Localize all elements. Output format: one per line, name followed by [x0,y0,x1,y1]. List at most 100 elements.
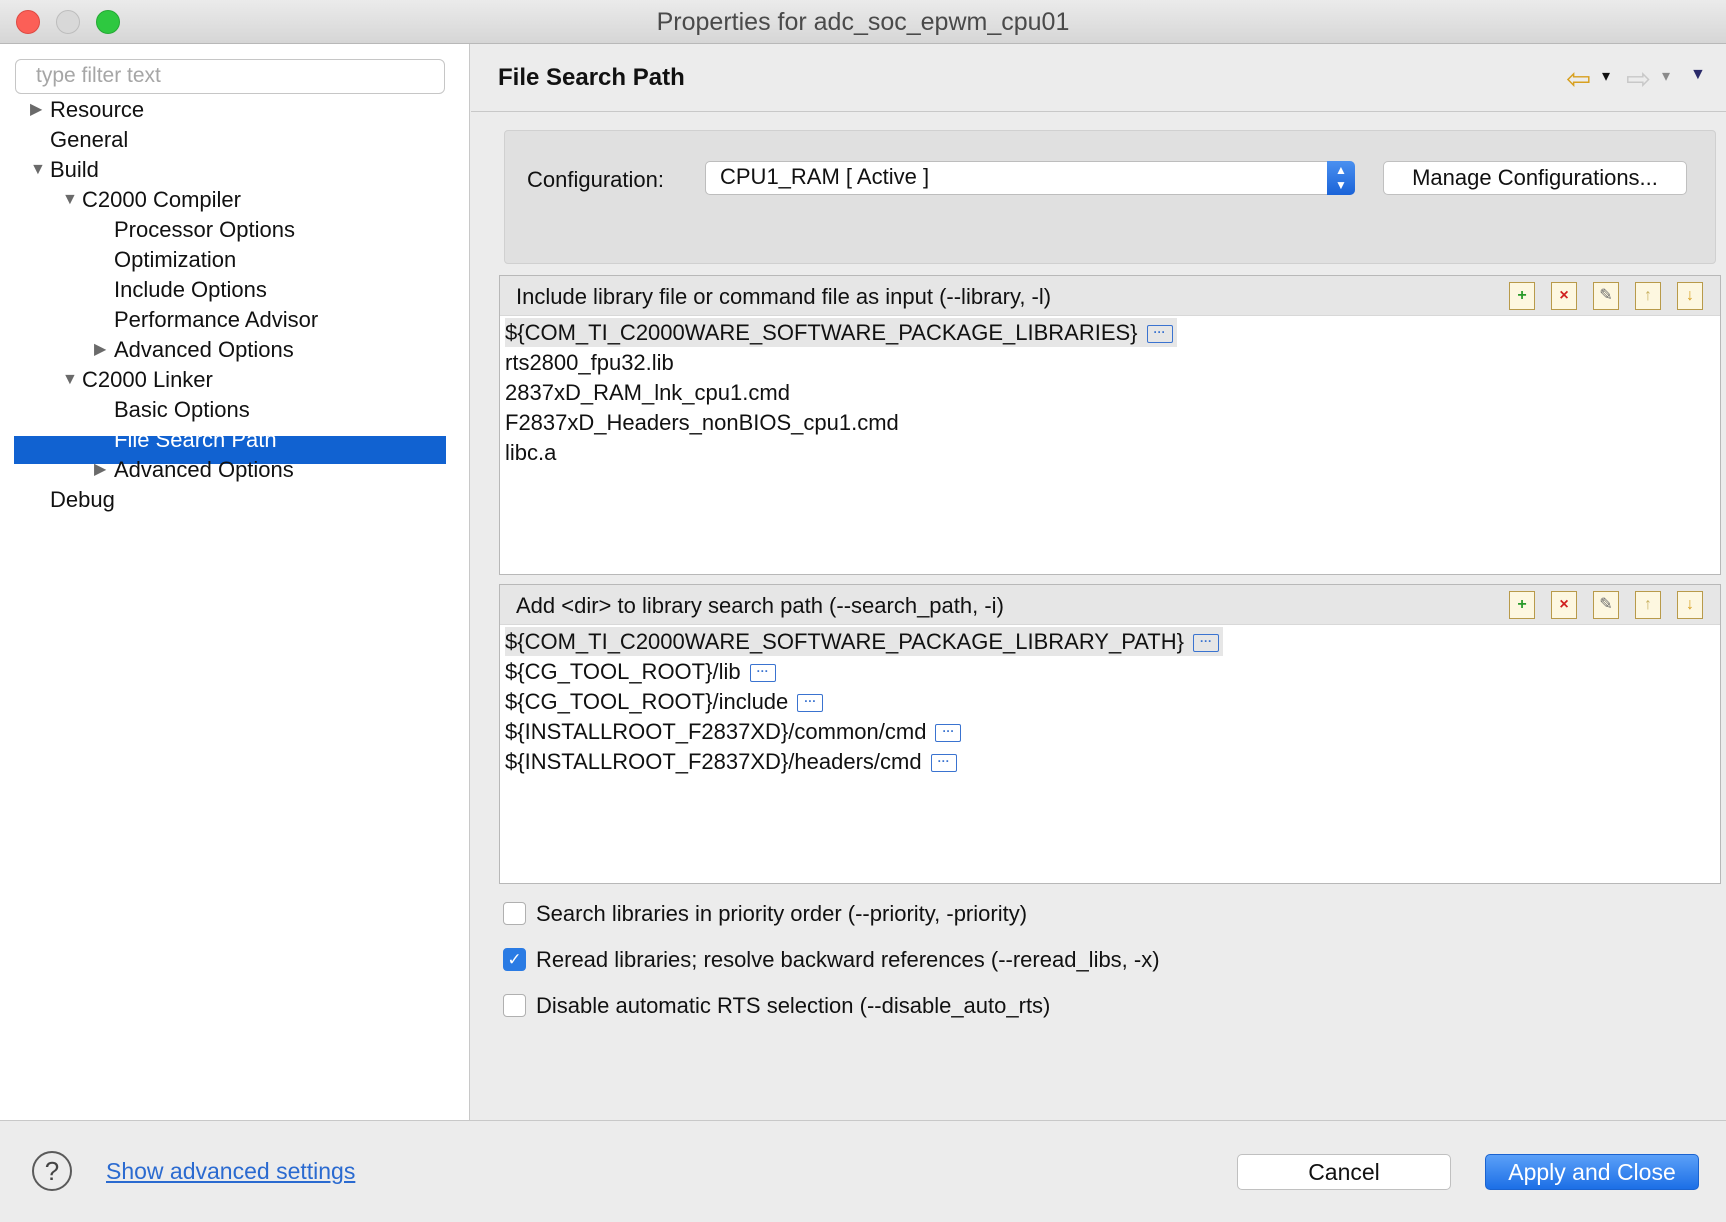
ellipsis-icon[interactable]: ··· [930,754,957,773]
tree-item-label: Performance Advisor [114,307,319,332]
apply-and-close-button[interactable]: Apply and Close [1485,1154,1699,1190]
ellipsis-icon[interactable]: ··· [1192,634,1219,653]
disclosure-down-icon[interactable]: ▼ [62,366,78,394]
library-list-toolbar: + × ✎ ↑ ↓ [1509,282,1714,312]
page-title: File Search Path [498,64,685,91]
tree-item-label: Basic Options [114,397,250,422]
tree-item-performance-advisor[interactable]: Performance Advisor [114,306,318,334]
tree-item-debug[interactable]: Debug [50,486,115,514]
tree-item-label: Advanced Options [114,457,294,482]
tree-item-label: Optimization [114,247,237,272]
tree-item-c2000-linker[interactable]: C2000 Linker [82,366,213,394]
tree-item-label: Debug [50,487,115,512]
move-up-icon[interactable]: ↑ [1635,282,1661,310]
tree-item-label: C2000 Linker [82,367,213,392]
page-header: File Search Path ⇦ ▾ ⇨ ▾ ▼ [471,44,1726,112]
disclosure-down-icon[interactable]: ▼ [62,186,78,214]
list-item-text: ${CG_TOOL_ROOT}/include [505,689,789,714]
configuration-label: Configuration: [527,167,664,192]
forward-arrow-icon[interactable]: ⇨ [1626,62,1651,97]
tree-item-label: Advanced Options [114,337,294,362]
tree-item-processor-options[interactable]: Processor Options [114,216,295,244]
chevron-updown-icon: ▲ ▼ [1327,161,1355,195]
ellipsis-icon[interactable]: ··· [797,694,824,713]
search-path-list-title: Add <dir> to library search path (--sear… [516,593,1004,618]
tree-item-build[interactable]: Build [50,156,99,184]
library-list-panel: Include library file or command file as … [499,275,1721,575]
disclosure-right-icon[interactable]: ▶ [30,96,42,124]
library-list-header: Include library file or command file as … [500,276,1720,316]
list-item[interactable]: ${CG_TOOL_ROOT}/include ··· [505,687,824,716]
dialog-footer: ? Show advanced settings Cancel Apply an… [0,1120,1726,1222]
title-bar: Properties for adc_soc_epwm_cpu01 [0,0,1726,44]
back-dropdown-icon[interactable]: ▾ [1602,66,1610,86]
list-item-text: F2837xD_Headers_nonBIOS_cpu1.cmd [505,410,899,435]
delete-icon[interactable]: × [1551,591,1577,619]
disclosure-right-icon[interactable]: ▶ [94,456,106,484]
move-up-icon[interactable]: ↑ [1635,591,1661,619]
tree-item-label: File Search Path [114,427,277,452]
list-item[interactable]: ${COM_TI_C2000WARE_SOFTWARE_PACKAGE_LIBR… [505,318,1177,347]
edit-icon[interactable]: ✎ [1593,591,1619,619]
edit-icon[interactable]: ✎ [1593,282,1619,310]
tree-item-label: Include Options [114,277,267,302]
sidebar: type filter text Resource ▶ General Build ▼ C… [0,44,470,1120]
add-icon[interactable]: + [1509,591,1535,619]
list-item[interactable]: ${INSTALLROOT_F2837XD}/headers/cmd ··· [505,747,957,776]
back-arrow-icon[interactable]: ⇦ [1566,62,1591,97]
forward-dropdown-icon[interactable]: ▾ [1662,66,1670,86]
library-list-title: Include library file or command file as … [516,284,1052,309]
list-item[interactable]: ${INSTALLROOT_F2837XD}/common/cmd ··· [505,717,962,746]
list-item-text: 2837xD_RAM_lnk_cpu1.cmd [505,380,790,405]
checkbox-label: Reread libraries; resolve backward refer… [536,947,1160,972]
tree-item-label: Build [50,157,99,182]
cancel-button[interactable]: Cancel [1237,1154,1451,1190]
list-item[interactable]: ${COM_TI_C2000WARE_SOFTWARE_PACKAGE_LIBR… [505,627,1223,656]
help-icon[interactable]: ? [32,1151,72,1191]
search-path-list-toolbar: + × ✎ ↑ ↓ [1509,591,1714,621]
list-item[interactable]: rts2800_fpu32.lib [505,348,674,377]
ellipsis-icon[interactable]: ··· [749,664,776,683]
search-path-list-panel: Add <dir> to library search path (--sear… [499,584,1721,884]
disclosure-down-icon[interactable]: ▼ [30,156,46,184]
tree-item-c2000-compiler[interactable]: C2000 Compiler [82,186,241,214]
list-item-text: libc.a [505,440,557,465]
list-item[interactable]: 2837xD_RAM_lnk_cpu1.cmd [505,378,790,407]
checkbox-unchecked[interactable] [503,902,526,925]
tree-item-include-options[interactable]: Include Options [114,276,267,304]
checkbox-checked[interactable]: ✓ [503,948,526,971]
ellipsis-icon[interactable]: ··· [935,724,962,743]
list-item-text: ${INSTALLROOT_F2837XD}/headers/cmd [505,749,922,774]
list-item-text: ${COM_TI_C2000WARE_SOFTWARE_PACKAGE_LIBR… [505,629,1184,654]
tree-item-optimization[interactable]: Optimization [114,246,236,274]
configuration-select[interactable]: CPU1_RAM [ Active ] ▲ ▼ [705,161,1355,195]
add-icon[interactable]: + [1509,282,1535,310]
delete-icon[interactable]: × [1551,282,1577,310]
disclosure-right-icon[interactable]: ▶ [94,336,106,364]
list-item[interactable]: ${CG_TOOL_ROOT}/lib ··· [505,657,776,686]
filter-input[interactable]: type filter text [15,59,445,94]
window-title: Properties for adc_soc_epwm_cpu01 [656,8,1070,36]
move-down-icon[interactable]: ↓ [1677,282,1703,310]
list-item[interactable]: libc.a [505,438,556,467]
search-path-list-header: Add <dir> to library search path (--sear… [500,585,1720,625]
checkbox-unchecked[interactable] [503,994,526,1017]
view-menu-icon[interactable]: ▼ [1690,66,1706,84]
configuration-group: Configuration: CPU1_RAM [ Active ] ▲ ▼ Ma… [504,130,1716,264]
tree-item-basic-options[interactable]: Basic Options [114,396,250,424]
tree-item-file-search-path[interactable]: File Search Path [114,426,277,454]
show-advanced-settings-link[interactable]: Show advanced settings [106,1158,355,1185]
ellipsis-icon[interactable]: ··· [1146,325,1173,344]
checkbox-label: Disable automatic RTS selection (--disab… [536,993,1051,1018]
tree-item-label: C2000 Compiler [82,187,241,212]
list-item[interactable]: F2837xD_Headers_nonBIOS_cpu1.cmd [505,408,899,437]
manage-configurations-button[interactable]: Manage Configurations... [1383,161,1687,195]
main-panel: File Search Path ⇦ ▾ ⇨ ▾ ▼ Configuration… [471,44,1726,1120]
nav-toolbar: ⇦ ▾ ⇨ ▾ ▼ [1566,63,1706,96]
move-down-icon[interactable]: ↓ [1677,591,1703,619]
tree-item-resource[interactable]: Resource [50,96,144,124]
tree-item-advanced-options[interactable]: Advanced Options [114,336,294,364]
list-item-text: ${INSTALLROOT_F2837XD}/common/cmd [505,719,927,744]
tree-item-advanced-options[interactable]: Advanced Options [114,456,294,484]
tree-item-general[interactable]: General [50,126,128,154]
